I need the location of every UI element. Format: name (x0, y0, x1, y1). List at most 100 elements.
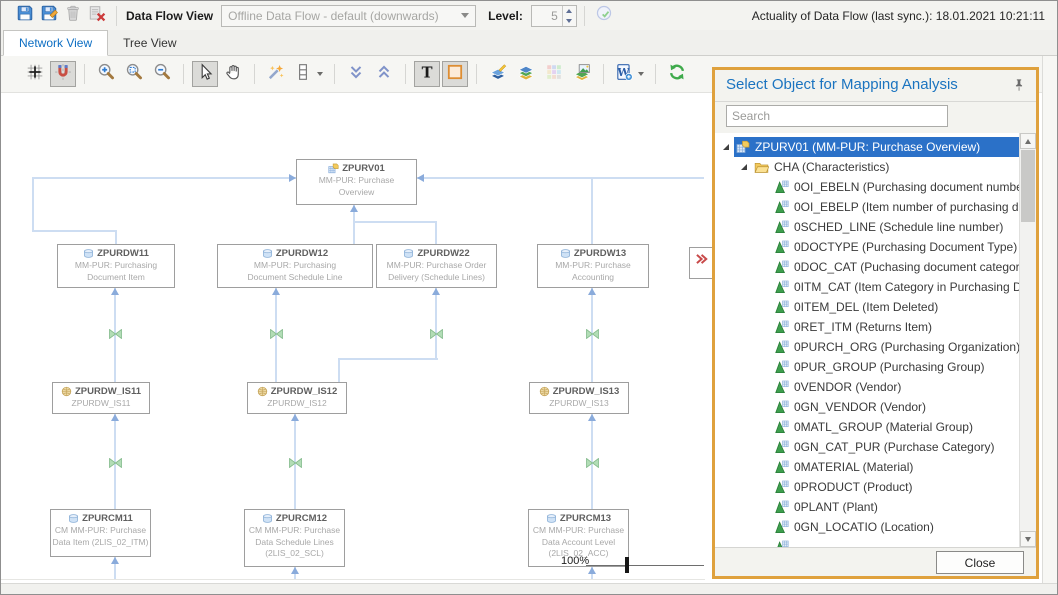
tree-row-content[interactable]: 0RET_ITM (Returns Item) (773, 317, 1019, 337)
zoom-in-button[interactable] (93, 61, 119, 87)
tree-row-content[interactable]: ZPURV01 (MM-PUR: Purchase Overview) (734, 137, 1019, 157)
tree-row[interactable]: 0GN_VENDOR (Vendor) (715, 397, 1019, 417)
tree-row[interactable]: 0GN_CAT_PUR (Purchase Category) (715, 437, 1019, 457)
color-grid-button[interactable] (541, 61, 567, 87)
tab-tree-view[interactable]: Tree View (108, 30, 191, 55)
tree-row-content[interactable]: 0OI_EBELP (Item number of purchasing doc… (773, 197, 1019, 217)
tab-network-view[interactable]: Network View (3, 30, 108, 56)
spin-down-button[interactable] (563, 16, 576, 26)
tree-row[interactable]: 0VENDOR (Vendor) (715, 377, 1019, 397)
tree-row[interactable]: 0DOCTYPE (Purchasing Document Type) (715, 237, 1019, 257)
spin-up-button[interactable] (563, 6, 576, 16)
tree-row[interactable]: 0ITEM_DEL (Item Deleted) (715, 297, 1019, 317)
tree-row-content[interactable]: 0PLANT (Plant) (773, 497, 1019, 517)
tree-row-content[interactable] (773, 537, 1019, 547)
transformation-icon[interactable] (109, 326, 122, 344)
pointer-button[interactable] (192, 61, 218, 87)
transformation-icon[interactable] (109, 455, 122, 473)
tree-row-content[interactable]: 0DOCTYPE (Purchasing Document Type) (773, 237, 1019, 257)
tree-row[interactable]: CHA (Characteristics) (715, 157, 1019, 177)
node-ZPURDW_IS13[interactable]: ZPURDW_IS13ZPURDW_IS13 (529, 382, 629, 414)
transformation-icon[interactable] (430, 326, 443, 344)
collapse-all-button[interactable] (343, 61, 369, 87)
tree-row[interactable]: 0OI_EBELN (Purchasing document number) (715, 177, 1019, 197)
tree-row[interactable]: ZPURV01 (MM-PUR: Purchase Overview) (715, 137, 1019, 157)
tree-row-content[interactable]: 0PUR_GROUP (Purchasing Group) (773, 357, 1019, 377)
save-button[interactable] (13, 4, 37, 28)
tree-row-content[interactable]: 0PURCH_ORG (Purchasing Organization) (773, 337, 1019, 357)
snap-to-grid-button[interactable] (50, 61, 76, 87)
layers-button[interactable] (513, 61, 539, 87)
text-button[interactable]: T (414, 61, 440, 87)
tree-row-content[interactable]: 0VENDOR (Vendor) (773, 377, 1019, 397)
zoom-slider[interactable] (586, 565, 704, 566)
tree-row-content[interactable]: 0PRODUCT (Product) (773, 477, 1019, 497)
pan-hand-button[interactable] (220, 61, 246, 87)
tree-row[interactable]: 0PRODUCT (Product) (715, 477, 1019, 497)
tree-row-content[interactable]: 0SCHED_LINE (Schedule line number) (773, 217, 1019, 237)
layers-edit-button[interactable] (485, 61, 511, 87)
tree-row[interactable]: 0GN_LOCATIO (Location) (715, 517, 1019, 537)
transformation-icon[interactable] (289, 455, 302, 473)
sync-status-button[interactable] (592, 4, 616, 28)
close-button[interactable]: Close (936, 551, 1024, 574)
tree-row-content[interactable]: 0ITM_CAT (Item Category in Purchasing Do… (773, 277, 1019, 297)
node-ZPURDW13[interactable]: ZPURDW13MM-PUR: PurchaseAccounting (537, 244, 649, 288)
grid-button[interactable] (22, 61, 48, 87)
node-ZPURDW_IS12[interactable]: ZPURDW_IS12ZPURDW_IS12 (247, 382, 347, 414)
transformation-icon[interactable] (270, 326, 283, 344)
tree-row-content[interactable]: 0DOC_CAT (Puchasing document category) (773, 257, 1019, 277)
data-flow-dropdown[interactable]: Offline Data Flow - default (downwards) (221, 5, 476, 27)
delete-button[interactable] (61, 4, 85, 28)
tree-row[interactable]: 0RET_ITM (Returns Item) (715, 317, 1019, 337)
node-ZPURDW_IS11[interactable]: ZPURDW_IS11ZPURDW_IS11 (52, 382, 150, 414)
zoom-fit-button[interactable] (121, 61, 147, 87)
node-ZPURCM11[interactable]: ZPURCM11CM MM-PUR: PurchaseData Item (2L… (50, 509, 151, 557)
export-image-button[interactable] (569, 61, 595, 87)
zoom-slider-thumb[interactable] (625, 557, 629, 573)
tree-row-content[interactable]: 0MATL_GROUP (Material Group) (773, 417, 1019, 437)
refresh-button[interactable] (664, 61, 690, 87)
tree-row[interactable]: 0OI_EBELP (Item number of purchasing doc… (715, 197, 1019, 217)
tree-row-content[interactable]: 0GN_VENDOR (Vendor) (773, 397, 1019, 417)
transformation-icon[interactable] (586, 455, 599, 473)
tree-row[interactable]: 0PLANT (Plant) (715, 497, 1019, 517)
node-ZPURDW22[interactable]: ZPURDW22MM-PUR: Purchase OrderDelivery (… (376, 244, 497, 288)
node-ZPURCM12[interactable]: ZPURCM12CM MM-PUR: PurchaseData Schedule… (244, 509, 345, 567)
tree-row[interactable]: 0ITM_CAT (Item Category in Purchasing Do… (715, 277, 1019, 297)
scroll-down-button[interactable] (1020, 531, 1036, 547)
layout-options-button[interactable] (291, 61, 326, 87)
tree-scrollbar[interactable] (1019, 133, 1036, 547)
search-input[interactable] (726, 105, 948, 127)
expand-all-button[interactable] (371, 61, 397, 87)
tree-row-content[interactable]: CHA (Characteristics) (752, 157, 1019, 177)
tree-row[interactable] (715, 537, 1019, 547)
expander-icon[interactable] (723, 144, 729, 150)
tree-row-content[interactable]: 0ITEM_DEL (Item Deleted) (773, 297, 1019, 317)
transformation-icon[interactable] (586, 326, 599, 344)
node-ZPURV01[interactable]: ZPURV01MM-PUR: PurchaseOverview (296, 159, 417, 205)
zoom-out-button[interactable] (149, 61, 175, 87)
tree-row[interactable]: 0PUR_GROUP (Purchasing Group) (715, 357, 1019, 377)
auto-layout-button[interactable] (263, 61, 289, 87)
expander-icon[interactable] (741, 164, 747, 170)
frame-button[interactable] (442, 61, 468, 87)
node-partial[interactable] (689, 247, 713, 279)
tree-row[interactable]: 0PURCH_ORG (Purchasing Organization) (715, 337, 1019, 357)
tree-row-content[interactable]: 0GN_LOCATIO (Location) (773, 517, 1019, 537)
remove-data-flow-button[interactable] (85, 4, 109, 28)
tree-row[interactable]: 0MATERIAL (Material) (715, 457, 1019, 477)
node-ZPURDW11[interactable]: ZPURDW11MM-PUR: PurchasingDocument Item (57, 244, 175, 288)
scroll-up-button[interactable] (1020, 133, 1036, 149)
tree-row-content[interactable]: 0OI_EBELN (Purchasing document number) (773, 177, 1019, 197)
node-ZPURDW12[interactable]: ZPURDW12MM-PUR: PurchasingDocument Sched… (217, 244, 373, 288)
tree-row-content[interactable]: 0MATERIAL (Material) (773, 457, 1019, 477)
pin-icon[interactable] (1012, 78, 1026, 92)
vertical-scrollbar[interactable] (1042, 56, 1058, 583)
scrollbar-thumb[interactable] (1021, 150, 1035, 222)
level-spinner[interactable]: 5 (531, 5, 577, 27)
tree-row[interactable]: 0DOC_CAT (Puchasing document category) (715, 257, 1019, 277)
tree-row[interactable]: 0SCHED_LINE (Schedule line number) (715, 217, 1019, 237)
tree-row-content[interactable]: 0GN_CAT_PUR (Purchase Category) (773, 437, 1019, 457)
tree-row[interactable]: 0MATL_GROUP (Material Group) (715, 417, 1019, 437)
